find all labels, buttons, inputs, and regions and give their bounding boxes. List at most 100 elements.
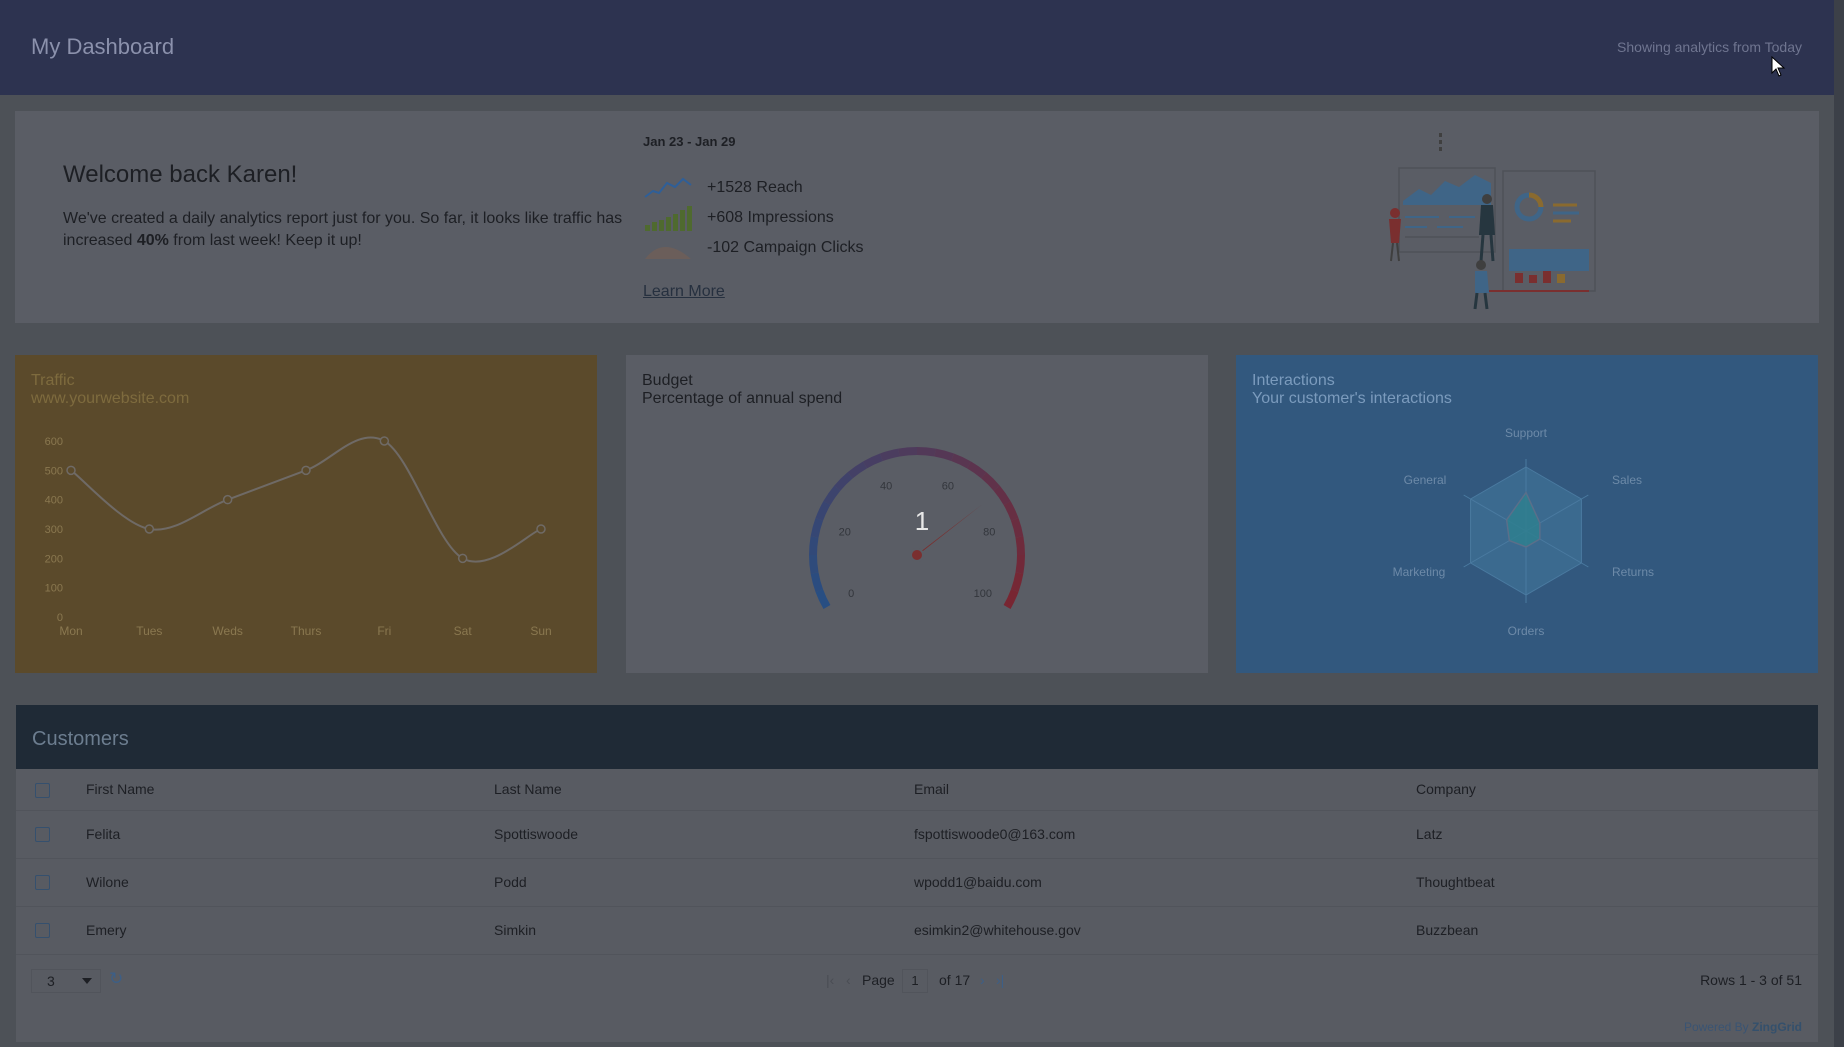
gauge-arc-segment [809, 554, 819, 574]
radar-axis-label: Sales [1612, 473, 1642, 487]
y-tick-label: 400 [45, 495, 63, 507]
gauge-arc-segment [966, 461, 987, 479]
chevron-down-icon [82, 978, 92, 984]
zinggrid-brand-link[interactable]: ZingGrid [1752, 1020, 1802, 1034]
gauge-arc-segment [1015, 536, 1025, 556]
page-label: Page [862, 972, 895, 988]
customers-title: Customers [32, 728, 129, 750]
gauge-value: 1 [915, 506, 929, 536]
traffic-line-chart: 0 100 200 300 400 500 600 Mon Tues Weds Thurs Fri Sa… [45, 436, 552, 638]
gauge-arc-segment [815, 501, 831, 521]
gauge-tick-label: 60 [942, 481, 954, 493]
gauge-arc-segment [981, 472, 1000, 491]
x-tick-label: Sat [454, 624, 473, 638]
row-checkbox[interactable] [35, 827, 50, 842]
vertical-scrollbar[interactable] [1834, 0, 1844, 1047]
traffic-data-point [301, 465, 311, 476]
stat-impressions-label: +608 Impressions [707, 209, 834, 226]
last-page-icon[interactable]: ›| [996, 972, 1004, 988]
radar-axis-label: General [1404, 473, 1447, 487]
y-tick-label: 600 [45, 436, 63, 448]
gauge-arc-segment [823, 485, 841, 506]
cell-last-name: Simkin [494, 922, 537, 938]
cell-company: Thoughtbeat [1416, 874, 1495, 890]
prev-page-icon[interactable]: ‹ [846, 972, 851, 988]
x-tick-label: Fri [377, 624, 391, 638]
analytics-range-text: Showing analytics from Today [1617, 39, 1802, 55]
gauge-arc-segment [880, 448, 900, 462]
traffic-card: Traffic www.yourwebsite.com 0 100 200 300 40… [15, 355, 597, 673]
grid-column-header-row: First Name Last Name Email Company [16, 769, 1818, 811]
y-tick-label: 100 [45, 583, 63, 595]
traffic-data-point [222, 494, 233, 505]
welcome-greeting: Welcome back Karen! [63, 161, 298, 188]
gauge-arc-segment [1015, 554, 1025, 574]
line-trend-icon [644, 177, 692, 198]
radar-axis-label: Returns [1612, 565, 1654, 579]
gauge-arc-segment [810, 572, 824, 592]
top-bar: My Dashboard Showing analytics from Toda… [0, 0, 1834, 95]
row-checkbox[interactable] [35, 875, 50, 890]
x-tick-label: Weds [212, 624, 242, 638]
column-header-email[interactable]: Email [914, 781, 949, 797]
analytics-illustration [1389, 133, 1596, 310]
traffic-data-point [536, 524, 546, 534]
bar-trend-icon [645, 206, 692, 231]
welcome-message-tail: from last week! Keep it up! [168, 232, 362, 249]
gauge-arc-segment [1003, 501, 1019, 521]
cell-email: wpodd1@baidu.com [914, 874, 1042, 890]
page-size-select[interactable]: 3 [31, 969, 101, 993]
stat-reach: +1528 Reach [643, 175, 803, 201]
column-header-last-name[interactable]: Last Name [494, 781, 562, 797]
cell-last-name: Spottiswoode [494, 826, 579, 842]
gauge-tick-label: 40 [880, 481, 892, 493]
x-tick-label: Thurs [291, 624, 322, 638]
welcome-panel: Welcome back Karen! We've created a dail… [15, 111, 1819, 323]
page-number-input[interactable]: 1 [902, 969, 928, 993]
column-header-company[interactable]: Company [1416, 781, 1476, 797]
radar-axis-label: Marketing [1393, 565, 1446, 579]
interactions-card: Interactions Your customer's interaction… [1236, 355, 1818, 673]
gauge-tick-label: 80 [983, 527, 995, 539]
refresh-icon[interactable]: ↻ [109, 969, 123, 989]
powered-by-text: Powered By [1683, 1020, 1749, 1034]
gauge-arc-segment [1010, 572, 1024, 592]
traffic-series-line [70, 436, 542, 563]
y-tick-label: 500 [45, 465, 63, 477]
page-title: My Dashboard [31, 34, 175, 59]
gauge-arc-segment [863, 453, 883, 469]
radar-axis-label: Support [1505, 426, 1548, 440]
welcome-message-highlight: 40% [136, 232, 169, 249]
gauge-arc-segment [1010, 518, 1024, 538]
gauge-tick-label: 20 [839, 527, 851, 539]
learn-more-link[interactable]: Learn More [643, 283, 725, 301]
next-page-icon[interactable]: › [980, 972, 985, 988]
row-checkbox[interactable] [35, 923, 50, 938]
gauge-arc-segment [934, 448, 954, 462]
gauge-arc-segment [834, 472, 853, 491]
stat-impressions: +608 Impressions [643, 205, 834, 231]
y-tick-label: 200 [45, 553, 63, 565]
gauge-arc-segment [993, 485, 1011, 506]
x-tick-label: Mon [59, 624, 82, 638]
week-range: Jan 23 - Jan 29 [643, 134, 736, 149]
cell-last-name: Podd [494, 874, 527, 890]
cell-email: esimkin2@whitehouse.gov [914, 922, 1081, 938]
traffic-data-point [457, 553, 468, 564]
cell-first-name: Emery [86, 922, 127, 938]
cell-company: Latz [1416, 826, 1443, 842]
select-all-checkbox[interactable] [35, 783, 50, 798]
first-page-icon[interactable]: |‹ [826, 972, 834, 988]
grid-pager: 3 ↻ |‹ ‹ Page 1 of 17 › ›| Rows 1 - 3 of… [16, 955, 1818, 1007]
cell-first-name: Felita [86, 826, 121, 842]
mouse-cursor-icon [1771, 56, 1786, 77]
cell-email: fspottiswoode0@163.com [914, 826, 1076, 842]
welcome-message: We've created a daily analytics report j… [63, 208, 623, 252]
gauge-arc-segment [916, 447, 936, 457]
traffic-data-point [144, 524, 155, 534]
column-header-first-name[interactable]: First Name [86, 781, 154, 797]
customers-grid: Customers First Name Last Name Email Com… [16, 705, 1818, 1042]
table-row: Wilone Podd wpodd1@baidu.com Thoughtbeat [16, 859, 1818, 907]
gauge-needle-hub [910, 548, 924, 562]
table-row: Felita Spottiswoode fspottiswoode0@163.c… [16, 811, 1818, 859]
